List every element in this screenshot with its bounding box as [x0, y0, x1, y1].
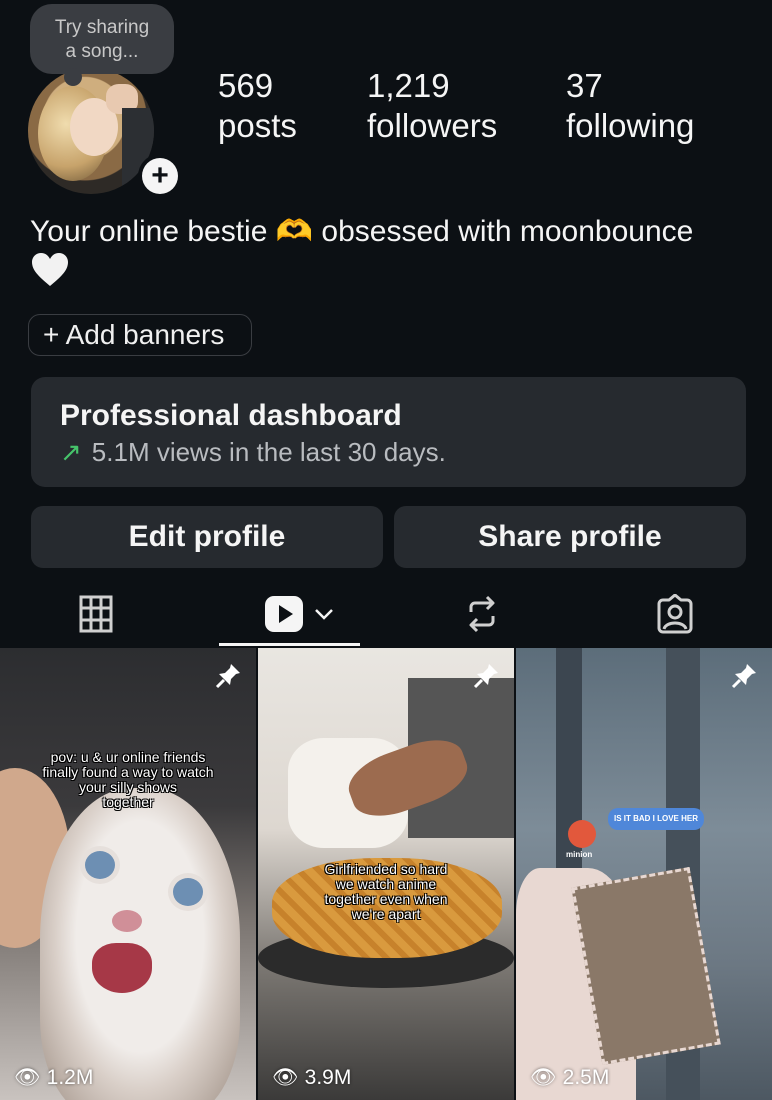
dashboard-views-text: 5.1M views in the last 30 days. [91, 437, 446, 467]
note-line-1: Try sharing [54, 17, 150, 38]
eye-icon: 👁 [14, 1066, 41, 1089]
reel-thumbnail[interactable]: pov: u & ur online friends finally found… [0, 648, 256, 1100]
pin-icon [215, 664, 240, 689]
pin-icon [731, 664, 756, 689]
reels-grid: pov: u & ur online friends finally found… [0, 648, 772, 1100]
tab-reels[interactable] [249, 584, 349, 644]
note-bubble[interactable]: Try sharing a song... [30, 4, 174, 86]
professional-dashboard[interactable]: Professional dashboard ↗ 5.1M views in th… [31, 377, 746, 487]
grid-icon [79, 595, 113, 633]
add-story-button[interactable]: + [138, 154, 182, 198]
reel-caption: Girlfriended so hard we watch anime toge… [324, 861, 448, 922]
profile-tabs [0, 584, 772, 648]
view-count: 👁 2.5M [530, 1066, 610, 1089]
note-line-2: a song... [65, 41, 139, 62]
followers-count: 1,219 [367, 67, 450, 104]
dashboard-subtitle: ↗ 5.1M views in the last 30 days. [60, 437, 446, 468]
tab-reposts[interactable] [442, 584, 522, 644]
reel-caption: pov: u & ur online friends finally found… [42, 749, 214, 810]
eye-icon: 👁 [272, 1066, 299, 1089]
profile-header: + Try sharing a song... 569 posts 1,219 … [0, 0, 772, 210]
stat-followers[interactable]: 1,219 followers [367, 66, 497, 146]
eye-icon: 👁 [530, 1066, 557, 1089]
dashboard-title: Professional dashboard [60, 399, 402, 432]
active-tab-indicator [219, 643, 360, 646]
view-count: 👁 1.2M [14, 1066, 94, 1089]
view-count: 👁 3.9M [272, 1066, 352, 1089]
plus-icon: + [142, 158, 178, 194]
following-count: 37 [566, 67, 603, 104]
bio-text: Your online bestie 🫶 obsessed with moonb… [30, 215, 694, 248]
reels-icon [265, 596, 303, 632]
sticker-icon [568, 820, 596, 848]
sticker-label: minion [566, 850, 593, 859]
edit-profile-button[interactable]: Edit profile [31, 506, 383, 568]
tab-grid[interactable] [56, 584, 136, 644]
reel-thumbnail[interactable]: IS IT BAD I LOVE HER minion 👁 2.5M [516, 648, 772, 1100]
chevron-down-icon [315, 609, 333, 620]
stat-posts[interactable]: 569 posts [218, 66, 297, 146]
avatar-container[interactable]: + [28, 68, 182, 198]
pin-icon [473, 664, 498, 689]
tagged-icon [657, 594, 693, 634]
followers-label: followers [367, 107, 498, 144]
posts-count: 569 [218, 67, 274, 104]
share-profile-button[interactable]: Share profile [394, 506, 746, 568]
white-heart-icon [32, 253, 68, 286]
avatar[interactable] [28, 68, 154, 194]
tab-tagged[interactable] [635, 584, 715, 644]
reposts-icon [469, 595, 495, 633]
reel-caption: IS IT BAD I LOVE HER [608, 808, 704, 830]
posts-label: posts [218, 107, 297, 144]
trend-up-icon: ↗ [60, 437, 82, 467]
following-label: following [566, 107, 695, 144]
add-banners-button[interactable]: + Add banners [28, 314, 252, 356]
reel-thumbnail[interactable]: Girlfriended so hard we watch anime toge… [258, 648, 514, 1100]
stat-following[interactable]: 37 following [566, 66, 694, 146]
